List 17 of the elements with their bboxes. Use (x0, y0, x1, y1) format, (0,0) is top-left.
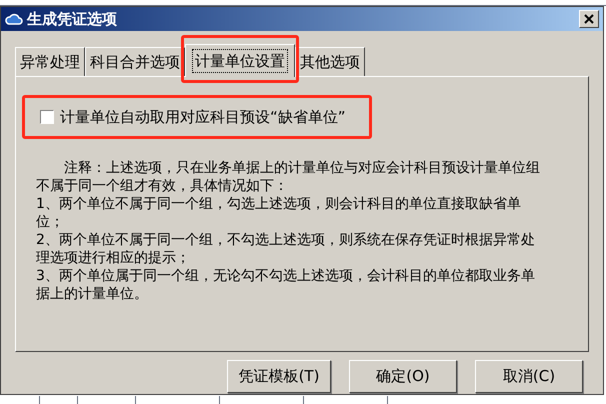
close-icon (584, 14, 594, 24)
tab[interactable]: 科目合并选项 (85, 47, 185, 76)
note-paragraph: 3、两个单位属于同一个组，无论勾不勾选上述选项，会计科目的单位都取业务单据上的计量单位。 (36, 267, 536, 303)
tab[interactable]: 其他选项 (295, 47, 365, 76)
note-paragraph: 1、两个单位不属于同一个组，勾选上述选项，则会计科目的单位直接取缺省单位； (36, 195, 522, 231)
window-title: 生成凭证选项 (27, 8, 117, 30)
dialog-button[interactable]: 确定(O) (349, 360, 457, 393)
tab[interactable]: 异常处理 (15, 47, 85, 76)
dialog-button[interactable]: 取消(C) (475, 360, 583, 393)
cloud-icon (5, 11, 23, 27)
checkbox[interactable] (40, 110, 54, 124)
dialog-button[interactable]: 凭证模板(T) (227, 360, 331, 393)
note-paragraph: 2、两个单位不属于同一个组，不勾选上述选项，则系统在保存凭证时根据异常处理选项进行相应的提示； (36, 231, 536, 267)
close-button[interactable] (579, 10, 599, 28)
tab[interactable]: 计量单位设置 (185, 44, 295, 77)
checkbox-label: 计量单位自动取用对应科目预设“缺省单位” (60, 106, 346, 128)
note-paragraph: 注释：上述选项，只在业务单据上的计量单位与对应会计科目预设计量单位组不属于同一个组才有效，具体情况如下： (36, 159, 541, 195)
